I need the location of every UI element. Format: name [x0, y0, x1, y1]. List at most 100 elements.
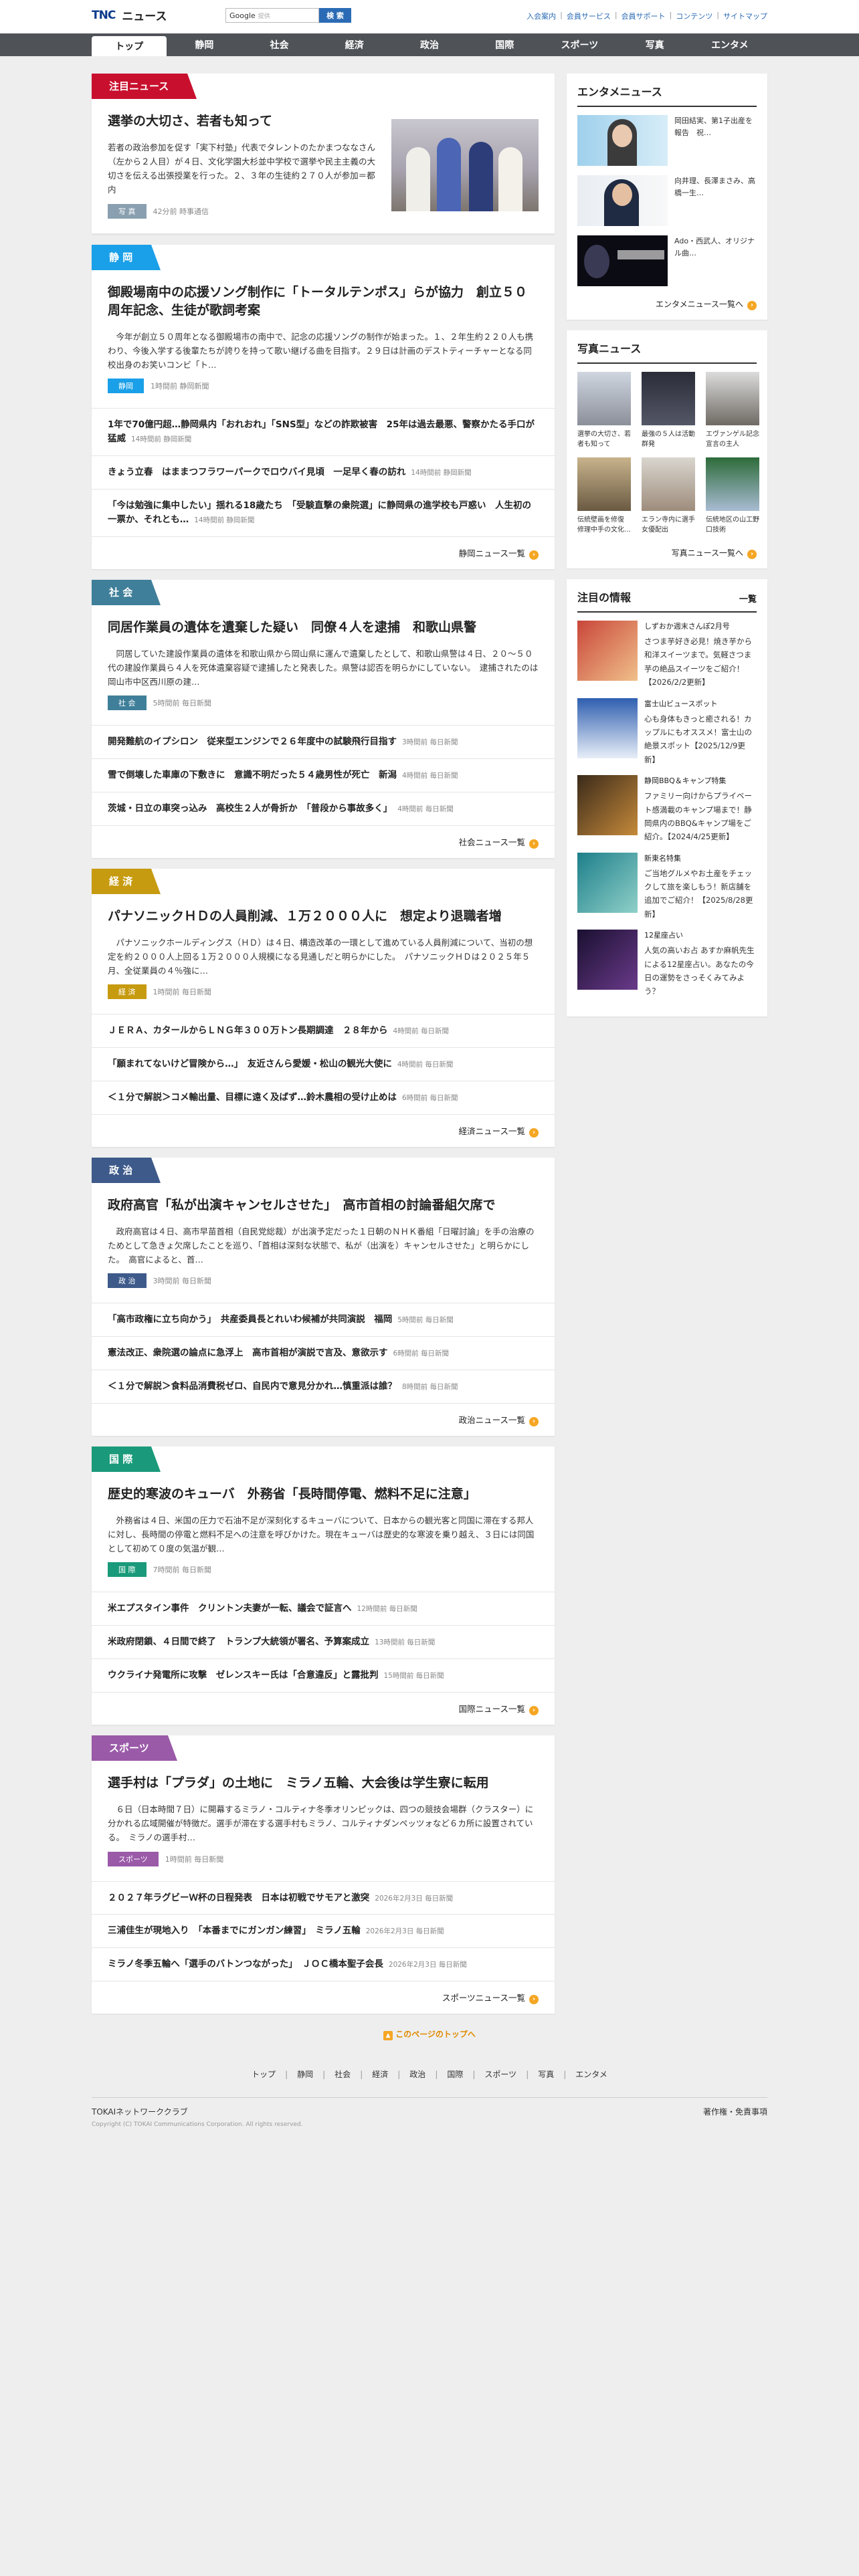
- news-list-item[interactable]: 「今は勉強に集中したい」揺れる18歳たち 「受験直撃の衆院選」に静岡県の進学校も…: [92, 490, 555, 537]
- lead-summary: 政府高官は４日、高市早苗首相（自民党総裁）が出演予定だった１日朝のＮＨＫ番組「日…: [108, 1226, 535, 1265]
- nav-tab[interactable]: 写真: [617, 33, 692, 56]
- news-list-item[interactable]: 米エプスタイン事件 クリントン夫妻が一転、議会で証言へ 12時間前 毎日新聞: [92, 1592, 555, 1626]
- footer-nav-link[interactable]: 静岡: [297, 2070, 313, 2079]
- nav-tab[interactable]: トップ: [92, 36, 167, 56]
- ent-item[interactable]: 岡田結実、第1子出産を報告 祝…: [577, 115, 757, 166]
- photo-news-item[interactable]: エラン寺内に選手女優配出: [642, 457, 695, 535]
- site-name: ニュース: [122, 10, 167, 23]
- ent-more-link[interactable]: エンタメニュース一覧へ ›: [577, 296, 757, 310]
- footer-nav-divider: |: [397, 2070, 401, 2080]
- featured-info-list-link[interactable]: 一覧: [739, 592, 757, 605]
- photo-news-item[interactable]: エヴァンゲル記念宣言の主人: [706, 372, 759, 449]
- section-more-link[interactable]: スポーツニュース一覧 ›: [92, 1981, 555, 2014]
- link-contents[interactable]: コンテンツ: [676, 11, 712, 21]
- photo-more-link[interactable]: 写真ニュース一覧へ ›: [577, 544, 757, 559]
- news-list-item[interactable]: きょう立春 はままつフラワーパークでロウバイ見頃 一足早く春の訪れ 14時間前 静…: [92, 456, 555, 490]
- news-list-item[interactable]: 開発難航のイプシロン 従来型エンジンで２６年度中の試験飛行目指す 3時間前 毎日新…: [92, 726, 555, 760]
- footer-nav-link[interactable]: エンタメ: [575, 2070, 607, 2079]
- lead-photo[interactable]: [391, 119, 539, 211]
- news-list-item[interactable]: 雪で倒壊した車庫の下敷きに 意識不明だった５４歳男性が死亡 新潟 4時間前 毎日新…: [92, 759, 555, 793]
- news-list-item[interactable]: ２０２７年ラグビーＷ杯の日程発表 日本は初戦でサモアと激突 2026年2月3日 毎…: [92, 1882, 555, 1915]
- lead-headline[interactable]: 歴史的寒波のキューバ 外務省「長時間停電、燃料不足に注意」: [108, 1485, 539, 1504]
- news-list-item[interactable]: ＜１分で解説＞食料品消費税ゼロ、自民内で意見分かれ…慎重派は誰？ 8時間前 毎日新…: [92, 1370, 555, 1404]
- section-tab[interactable]: 社 会: [92, 580, 161, 605]
- news-list-item[interactable]: 「高市政権に立ち向かう」 共産委員長とれいわ候補が共同演説 福岡 5時間前 毎日新…: [92, 1303, 555, 1337]
- link-member-service[interactable]: 会員サービス: [567, 11, 611, 21]
- lead-summary: パナソニックホールディングス（ＨＤ）は４日、構造改革の一環として進めている人員削…: [108, 937, 533, 976]
- footer-nav-link[interactable]: 国際: [447, 2070, 463, 2079]
- ent-item[interactable]: Ado・西武人、オリジナル曲…: [577, 235, 757, 286]
- footer-nav-link[interactable]: スポーツ: [484, 2070, 516, 2079]
- section-tab[interactable]: 経 済: [92, 869, 161, 895]
- section-more-link[interactable]: 社会ニュース一覧 ›: [92, 826, 555, 858]
- page-top-link[interactable]: ▲ このページのトップへ: [0, 2028, 859, 2041]
- nav-tab[interactable]: 社会: [242, 33, 316, 56]
- photo-news-item[interactable]: 伝統壁画を修復 修理中手の文化…: [577, 457, 631, 535]
- footer-nav-link[interactable]: 経済: [372, 2070, 388, 2079]
- nav-tab[interactable]: 静岡: [167, 33, 242, 56]
- link-member-support[interactable]: 会員サポート: [622, 11, 666, 21]
- section-tab[interactable]: 国 際: [92, 1446, 161, 1473]
- nav-tab[interactable]: 経済: [317, 33, 392, 56]
- photo-news-item[interactable]: 選挙の大切さ、若者も知って: [577, 372, 631, 449]
- ent-item[interactable]: 向井理、長澤まさみ、高橋一生…: [577, 175, 757, 226]
- lead-article[interactable]: パナソニックＨＤの人員削減、１万２０００人に 想定より退職者増 パナソニックホー…: [92, 894, 555, 1015]
- footer-nav-link[interactable]: 社会: [335, 2070, 351, 2079]
- lead-headline[interactable]: パナソニックＨＤの人員削減、１万２０００人に 想定より退職者増: [108, 907, 539, 926]
- nav-tab[interactable]: スポーツ: [542, 33, 617, 56]
- news-list-item[interactable]: ＪＥＲＡ、カタールからＬＮＧ年３００万トン長期調達 ２８年から 4時間前 毎日新聞: [92, 1014, 555, 1049]
- lead-headline[interactable]: 選手村は「プラダ」の土地に ミラノ五輪、大会後は学生寮に転用: [108, 1774, 539, 1793]
- news-headline: 米政府閉鎖、４日間で終了 トランプ大統領が署名、予算案成立: [108, 1636, 370, 1648]
- lead-article[interactable]: 歴史的寒波のキューバ 外務省「長時間停電、燃料不足に注意」 外務省は４日、米国の…: [92, 1472, 555, 1593]
- search-button[interactable]: 検 索: [319, 8, 351, 23]
- more-label: 社会ニュース一覧: [458, 837, 525, 848]
- news-list-item[interactable]: ミラノ冬季五輪へ「選手のバトンつながった」 ＪＯＣ橋本聖子会長 2026年2月3日…: [92, 1948, 555, 1982]
- section-more-link[interactable]: 静岡ニュース一覧 ›: [92, 537, 555, 569]
- lead-headline[interactable]: 政府高官「私が出演キャンセルさせた」 高市首相の討論番組欠席で: [108, 1196, 539, 1215]
- news-section: 経 済パナソニックＨＤの人員削減、１万２０００人に 想定より退職者増 パナソニッ…: [92, 869, 555, 1148]
- news-list-item[interactable]: 米政府閉鎖、４日間で終了 トランプ大統領が署名、予算案成立 13時間前 毎日新聞: [92, 1626, 555, 1660]
- link-membership-guide[interactable]: 入会案内: [527, 11, 556, 21]
- lead-headline[interactable]: 同居作業員の遺体を遺棄した疑い 同僚４人を逮捕 和歌山県警: [108, 619, 539, 637]
- photo-news-item[interactable]: 伝統地区の山工野口技術: [706, 457, 759, 535]
- copyright-disclaimer-link[interactable]: 著作権・免責事項: [703, 2106, 767, 2128]
- featured-info-item[interactable]: 静岡BBQ＆キャンプ特集 ファミリー向けからプライベート感満載のキャンプ場まで！静…: [577, 775, 757, 843]
- section-tab[interactable]: 静 岡: [92, 244, 161, 270]
- featured-info-item[interactable]: 富士山ビュースポット 心も身体もきっと癒される！カップルにもオススメ！富士山の絶景…: [577, 697, 757, 766]
- news-list-item[interactable]: 三浦佳生が現地入り 「本番までにガンガン練習」 ミラノ五輪 2026年2月3日 毎…: [92, 1915, 555, 1949]
- news-list-item[interactable]: 茨城・日立の車突っ込み 高校生２人が骨折か 「普段から事故多く」 4時間前 毎日新…: [92, 792, 555, 827]
- section-tab[interactable]: 注目ニュース: [92, 74, 197, 99]
- featured-info-item[interactable]: 12星座占い 人気の高いお占 あすか麻帆先生による12星座占い。あなたの今日の運勢…: [577, 930, 757, 998]
- lead-headline[interactable]: 御殿場南中の応援ソング制作に「トータルテンポス」らが協力 創立５０周年記念、生徒…: [108, 284, 539, 320]
- section-tab[interactable]: 政 治: [92, 1158, 161, 1184]
- footer-nav-link[interactable]: トップ: [252, 2070, 276, 2079]
- footer-nav-link[interactable]: 写真: [538, 2070, 554, 2079]
- nav-tab[interactable]: エンタメ: [692, 33, 767, 56]
- section-more-link[interactable]: 経済ニュース一覧 ›: [92, 1115, 555, 1147]
- section-tab[interactable]: スポーツ: [92, 1735, 177, 1761]
- nav-tab[interactable]: 政治: [392, 33, 467, 56]
- news-list-item[interactable]: ＜１分で解説＞コメ輸出量、目標に遠く及ばず…鈴木農相の受け止めは 6時間前 毎日新…: [92, 1081, 555, 1115]
- nav-tab[interactable]: 国際: [467, 33, 542, 56]
- lead-article[interactable]: 御殿場南中の応援ソング制作に「トータルテンポス」らが協力 創立５０周年記念、生徒…: [92, 270, 555, 409]
- lead-headline[interactable]: 選挙の大切さ、若者も知って: [108, 112, 378, 131]
- footer-nav-link[interactable]: 政治: [409, 2070, 425, 2079]
- news-time-source: 2026年2月3日 毎日新聞: [375, 1894, 454, 1903]
- link-sitemap[interactable]: サイトマップ: [723, 11, 767, 21]
- featured-info-item[interactable]: 新東名特集 ご当地グルメやお土産をチェックして旅を楽しもう！新店舗を追加でご紹介！…: [577, 852, 757, 921]
- news-list-item[interactable]: 「願まれてないけど冒険から…」 友近さんら愛媛・松山の観光大使に 4時間前 毎日新…: [92, 1048, 555, 1082]
- news-list-item[interactable]: ウクライナ発電所に攻撃 ゼレンスキー氏は「合意違反」と露批判 15時間前 毎日新聞: [92, 1659, 555, 1693]
- news-list-item[interactable]: 1年で70億円超…静岡県内「おれおれ」「SNS型」などの詐欺被害 25年は過去最…: [92, 409, 555, 457]
- section-more-link[interactable]: 国際ニュース一覧 ›: [92, 1693, 555, 1725]
- lead-article[interactable]: 政府高官「私が出演キャンセルさせた」 高市首相の討論番組欠席で 政府高官は４日、…: [92, 1183, 555, 1304]
- site-logo[interactable]: TNC ニュース: [92, 7, 167, 23]
- lead-article[interactable]: 選手村は「プラダ」の土地に ミラノ五輪、大会後は学生寮に転用 ６日（日本時間７日…: [92, 1761, 555, 1882]
- lead-article[interactable]: 選挙の大切さ、若者も知って 若者の政治参加を促す「実下村塾」代表でタレントのたかま…: [92, 99, 555, 234]
- search-input[interactable]: Google 提供: [225, 8, 319, 23]
- chevron-right-icon: ›: [529, 1706, 539, 1716]
- photo-news-item[interactable]: 最強の５人は活動群発: [642, 372, 695, 449]
- news-list-item[interactable]: 憲法改正、衆院選の論点に急浮上 高市首相が演説で言及、意欲示す 6時間前 毎日新聞: [92, 1337, 555, 1371]
- featured-info-item[interactable]: しずおか週末さんぽ2月号 さつま芋好き必見！焼き芋から和洋スイーツまで。気軽さつま…: [577, 621, 757, 689]
- lead-article[interactable]: 同居作業員の遺体を遺棄した疑い 同僚４人を逮捕 和歌山県警 同居していた建設作業…: [92, 605, 555, 726]
- section-more-link[interactable]: 政治ニュース一覧 ›: [92, 1404, 555, 1436]
